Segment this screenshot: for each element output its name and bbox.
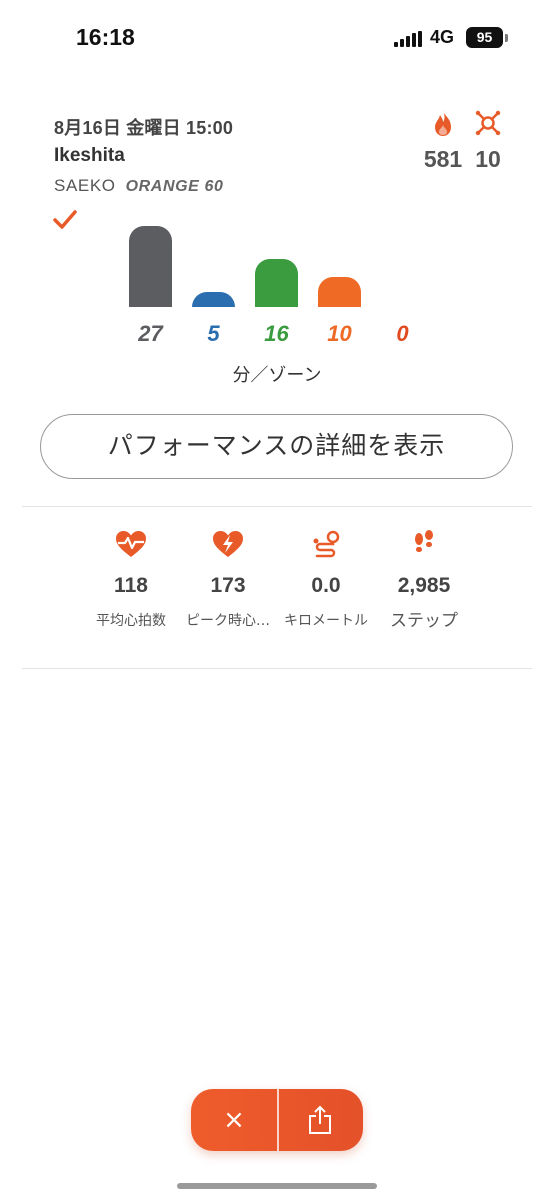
performance-details-button[interactable]: パフォーマンスの詳細を表示 (40, 414, 513, 479)
action-pill: × (191, 1089, 363, 1151)
heart-rate-icon (116, 531, 146, 557)
metric-value: 118 (114, 574, 148, 597)
zone-bar-3 (255, 259, 298, 307)
check-icon (53, 210, 77, 229)
zone-minutes-3: 16 (264, 321, 289, 346)
distance-icon (313, 530, 340, 558)
metric-label: 平均心拍数 (96, 613, 166, 629)
peak-heart-icon (213, 531, 243, 557)
class-name: ORANGE 60 (125, 178, 224, 195)
zone-minutes-2: 5 (207, 321, 220, 346)
divider-top (22, 506, 532, 507)
zone-minutes-1: 27 (138, 321, 163, 346)
metric-distance: 0.0 キロメートル (276, 530, 376, 630)
metric-label: キロメートル (284, 613, 368, 629)
splat-points-value: 10 (475, 146, 501, 172)
steps-icon (415, 530, 433, 552)
coach-name: SAEKO (54, 176, 116, 195)
metric-label: ピーク時心… (186, 613, 270, 629)
divider-bottom (22, 668, 532, 669)
zone-minutes-4: 10 (327, 321, 352, 346)
signal-icon (394, 31, 424, 47)
metric-label: ステップ (390, 611, 458, 631)
battery-icon: 95 (466, 27, 503, 48)
splat-points-icon (475, 110, 501, 136)
battery-tip (505, 34, 508, 42)
calories-value: 581 (423, 146, 463, 172)
metric-peak-heart-rate: 173 ピーク時心… (178, 530, 278, 630)
share-button[interactable] (278, 1089, 363, 1151)
zone-chart: 27 5 16 10 0 (110, 215, 440, 355)
splat-stat: 10 (466, 108, 510, 173)
home-indicator (177, 1183, 377, 1189)
status-time: 16:18 (76, 24, 135, 50)
metric-avg-heart-rate: 118 平均心拍数 (81, 530, 181, 630)
metric-value: 173 (210, 574, 246, 597)
studio-location: Ikeshita (54, 145, 125, 166)
zone-bar-4 (318, 277, 361, 307)
network-type: 4G (430, 27, 455, 47)
flame-icon (435, 110, 451, 136)
close-button[interactable]: × (191, 1089, 277, 1151)
calories-stat: 581 (421, 108, 465, 173)
workout-date: 8月16日 金曜日 15:00 (54, 118, 234, 138)
status-bar: 16:18 4G 95 (0, 0, 554, 76)
class-info: SAEKO ORANGE 60 (54, 176, 223, 196)
metric-steps: 2,985 ステップ (374, 530, 474, 631)
share-icon (309, 1105, 331, 1134)
metric-value: 2,985 (397, 574, 451, 597)
metric-value: 0.0 (311, 574, 341, 597)
zone-bar-2 (192, 292, 235, 307)
zone-minutes-5: 0 (396, 321, 409, 346)
zone-bar-1 (129, 226, 172, 307)
zone-unit-label: 分／ゾーン (232, 365, 322, 386)
